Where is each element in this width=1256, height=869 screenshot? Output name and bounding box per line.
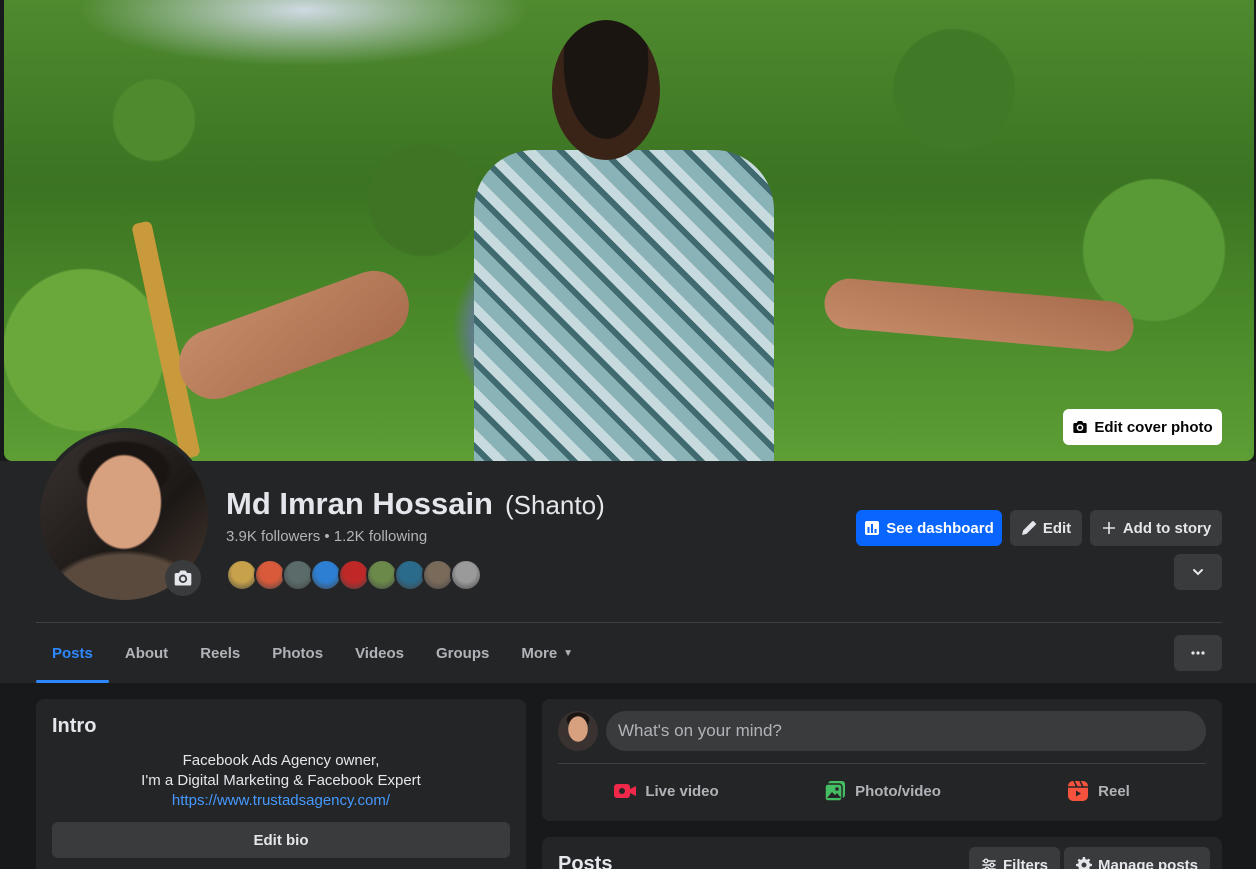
live-video-label: Live video	[645, 782, 719, 800]
post-composer: Live video Photo/video Reel	[542, 699, 1222, 821]
cover-arm-right	[822, 276, 1136, 354]
tab-posts[interactable]: Posts	[36, 623, 109, 683]
tab-photos[interactable]: Photos	[256, 623, 339, 683]
tab-groups[interactable]: Groups	[420, 623, 505, 683]
follow-counts[interactable]: 3.9K followers • 1.2K following	[226, 528, 427, 545]
edit-bio-button[interactable]: Edit bio	[52, 822, 510, 858]
more-profile-options-button[interactable]	[1174, 554, 1222, 590]
tab-label: About	[124, 644, 169, 662]
cover-arm-left	[169, 261, 419, 409]
profile-nickname: (Shanto)	[505, 490, 605, 520]
photo-video-button[interactable]: Photo/video	[774, 771, 990, 811]
tab-label: Videos	[355, 644, 404, 662]
reel-button[interactable]: Reel	[990, 771, 1206, 811]
filters-icon	[982, 858, 996, 869]
tab-label: Groups	[435, 644, 490, 662]
bar-chart-icon	[865, 521, 880, 535]
edit-cover-photo-button[interactable]: Edit cover photo	[1063, 409, 1222, 445]
chevron-down-icon	[1193, 569, 1203, 576]
tab-label: Posts	[52, 644, 93, 662]
edit-profile-button[interactable]: Edit	[1010, 510, 1082, 546]
reel-label: Reel	[1098, 782, 1130, 800]
profile-tabs: Posts About Reels Photos Videos Groups More ▼	[36, 623, 589, 683]
intro-bio: Facebook Ads Agency owner, I'm a Digital…	[36, 751, 526, 811]
filters-label: Filters	[1003, 856, 1049, 869]
posts-title: Posts	[558, 853, 613, 869]
add-to-story-label: Add to story	[1122, 519, 1212, 537]
composer-actions: Live video Photo/video Reel	[558, 771, 1206, 811]
tab-label: Photos	[272, 644, 324, 662]
tab-reels[interactable]: Reels	[184, 623, 256, 683]
live-video-icon	[614, 784, 637, 798]
profile-name-text: Md Imran Hossain	[226, 486, 493, 521]
tab-more[interactable]: More ▼	[505, 623, 589, 683]
camera-icon	[1073, 421, 1087, 433]
bio-website-link[interactable]: https://www.trustadsagency.com/	[36, 791, 526, 811]
posts-header-card: Posts Filters Manage posts	[542, 837, 1222, 869]
gear-icon	[1076, 857, 1092, 869]
profile-name: Md Imran Hossain (Shanto)	[226, 486, 605, 522]
reel-icon	[1068, 780, 1089, 801]
composer-avatar[interactable]	[558, 711, 598, 751]
follower-avatar[interactable]	[450, 559, 482, 591]
follower-avatars[interactable]	[226, 559, 482, 591]
cover-photo[interactable]	[4, 0, 1254, 461]
see-dashboard-label: See dashboard	[886, 519, 994, 537]
intro-card: Intro Facebook Ads Agency owner, I'm a D…	[36, 699, 526, 869]
caret-down-icon: ▼	[563, 647, 574, 659]
cover-person-head	[552, 20, 660, 160]
intro-title: Intro	[52, 715, 97, 737]
plus-icon	[1102, 522, 1115, 534]
manage-posts-button[interactable]: Manage posts	[1064, 847, 1211, 869]
photo-video-label: Photo/video	[855, 782, 941, 800]
tab-label: Reels	[200, 644, 241, 662]
ellipsis-icon	[1191, 651, 1205, 655]
whats-on-your-mind-input[interactable]	[606, 711, 1206, 751]
camera-icon	[174, 570, 192, 586]
see-dashboard-button[interactable]: See dashboard	[856, 510, 1002, 546]
filters-button[interactable]: Filters	[969, 847, 1061, 869]
pencil-icon	[1021, 521, 1036, 535]
edit-cover-label: Edit cover photo	[1094, 418, 1213, 436]
photo-icon	[824, 781, 846, 802]
manage-posts-label: Manage posts	[1098, 856, 1199, 869]
add-to-story-button[interactable]: Add to story	[1090, 510, 1222, 546]
tab-videos[interactable]: Videos	[339, 623, 420, 683]
tab-label: More	[521, 644, 558, 662]
composer-divider	[558, 763, 1206, 764]
bio-line-2: I'm a Digital Marketing & Facebook Exper…	[141, 772, 421, 789]
tabs-more-button[interactable]	[1174, 635, 1222, 671]
live-video-button[interactable]: Live video	[558, 771, 774, 811]
bio-line-1: Facebook Ads Agency owner,	[182, 752, 380, 769]
update-profile-picture-button[interactable]	[165, 560, 201, 596]
edit-profile-label: Edit	[1042, 519, 1072, 537]
cover-person-shirt	[474, 150, 774, 461]
tab-about[interactable]: About	[109, 623, 184, 683]
